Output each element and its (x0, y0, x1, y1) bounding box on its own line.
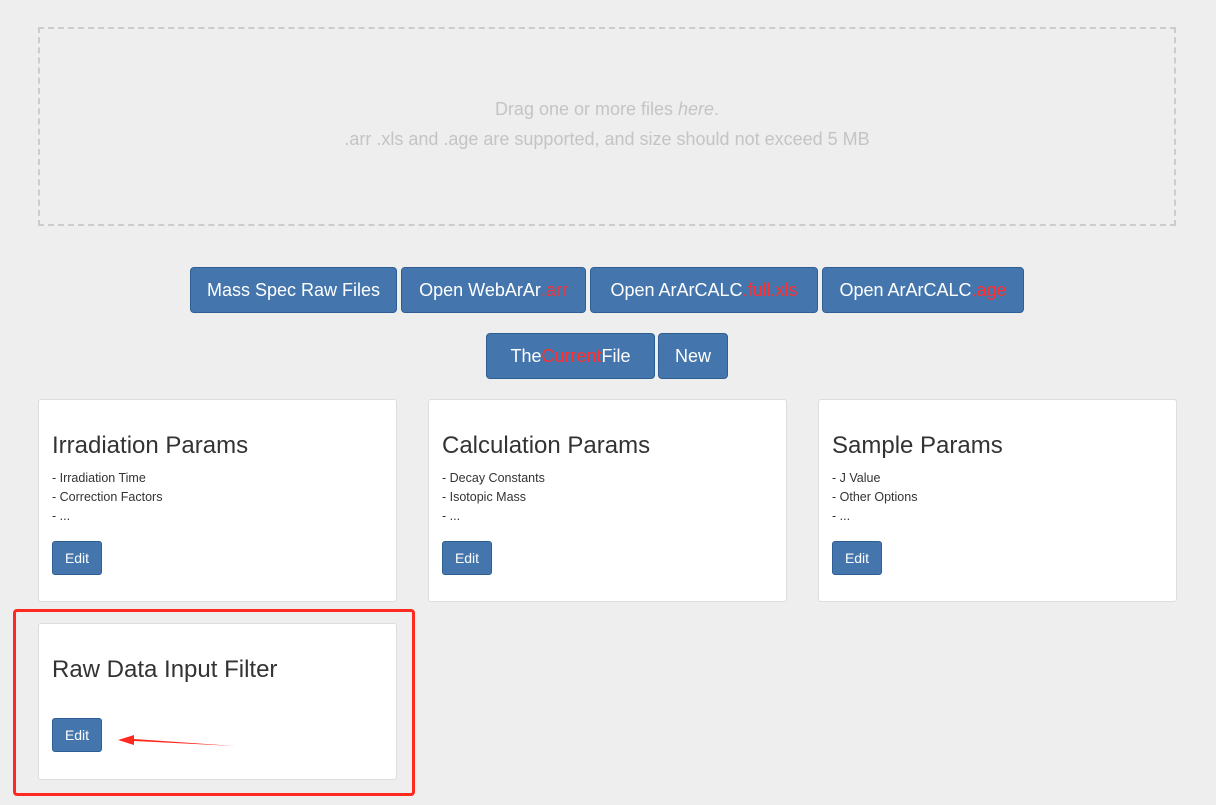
open-ararcalc-full-xls-button[interactable]: Open ArArCALC .full.xls (590, 267, 818, 313)
new-button[interactable]: New (658, 333, 728, 379)
edit-sample-params-button[interactable]: Edit (832, 541, 882, 575)
list-item: - Other Options (832, 490, 918, 504)
raw-data-input-filter-card: Raw Data Input Filter Edit (38, 623, 397, 780)
edit-calculation-params-button[interactable]: Edit (442, 541, 492, 575)
list-item: - ... (52, 509, 71, 523)
card-title: Calculation Params (442, 432, 651, 459)
card-title: Sample Params (832, 432, 1003, 459)
card-title: Irradiation Params (52, 432, 249, 459)
drop-zone-supported-formats: .arr .xls and .age are supported, and si… (344, 129, 870, 149)
list-item: - ... (442, 509, 461, 523)
list-item: - Irradiation Time (52, 471, 146, 485)
card-item-list: - Decay Constants - Isotopic Mass - ... (442, 469, 545, 526)
list-item: - J Value (832, 471, 881, 485)
drop-zone-instruction: Drag one or more files here. (494, 99, 720, 119)
card-item-list: - J Value - Other Options - ... (832, 469, 917, 526)
mass-spec-raw-files-button[interactable]: Mass Spec Raw Files (190, 267, 397, 313)
list-item: - Isotopic Mass (442, 490, 527, 504)
list-item: - Correction Factors (52, 490, 163, 504)
open-webarar-arr-button[interactable]: Open WebArAr .arr (401, 267, 586, 313)
open-ararcalc-age-button[interactable]: Open ArArCALC .age (822, 267, 1024, 313)
list-item: - Decay Constants (442, 471, 545, 485)
list-item: - ... (832, 509, 851, 523)
edit-raw-data-input-filter-button[interactable]: Edit (52, 718, 102, 752)
edit-irradiation-params-button[interactable]: Edit (52, 541, 102, 575)
card-title: Raw Data Input Filter (52, 656, 278, 683)
file-drop-zone[interactable]: Drag one or more files here. .arr .xls a… (38, 27, 1176, 226)
current-file-button[interactable]: The Current File (486, 333, 655, 379)
card-item-list: - Irradiation Time - Correction Factors … (52, 469, 162, 526)
sample-params-card: Sample Params - J Value - Other Options … (818, 399, 1177, 602)
calculation-params-card: Calculation Params - Decay Constants - I… (428, 399, 787, 602)
irradiation-params-card: Irradiation Params - Irradiation Time - … (38, 399, 397, 602)
